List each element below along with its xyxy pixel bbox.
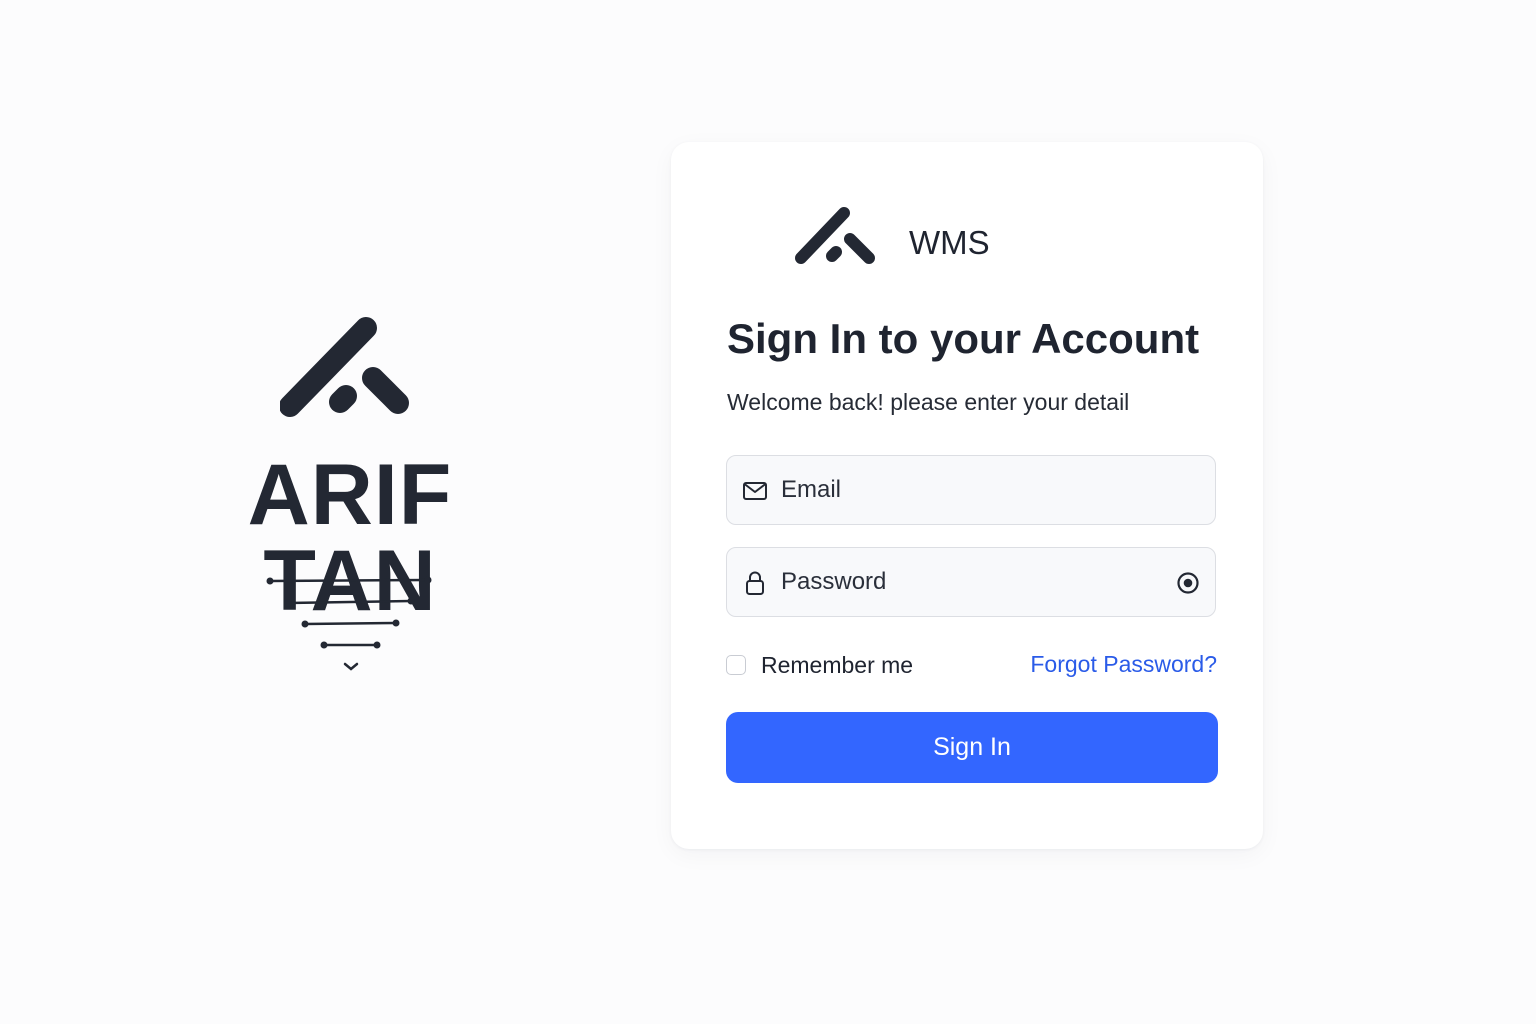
remember-me-option[interactable]: Remember me (726, 651, 913, 679)
lock-icon (746, 571, 764, 595)
page-subtitle: Welcome back! please enter your detail (727, 389, 1130, 415)
remember-me-checkbox[interactable] (726, 655, 746, 675)
email-input[interactable] (781, 456, 1161, 523)
password-input[interactable] (781, 548, 1161, 615)
arrow-roof-logo-icon (280, 317, 409, 417)
password-field[interactable] (726, 547, 1216, 617)
sign-in-card: WMS Sign In to your Account Welcome back… (671, 142, 1263, 849)
stacked-lines-funnel-icon (266, 576, 432, 671)
email-field[interactable] (726, 455, 1216, 525)
eye-icon[interactable] (1175, 570, 1201, 596)
page-title: Sign In to your Account (727, 315, 1200, 362)
sign-in-button[interactable]: Sign In (726, 712, 1218, 783)
remember-me-label: Remember me (761, 651, 914, 678)
forgot-password-link[interactable]: Forgot Password? (1030, 651, 1217, 679)
arrow-roof-logo-icon (795, 207, 875, 264)
app-name: WMS (909, 224, 990, 261)
mail-icon (743, 482, 767, 500)
brand-panel: ARIF TAN (150, 300, 550, 700)
